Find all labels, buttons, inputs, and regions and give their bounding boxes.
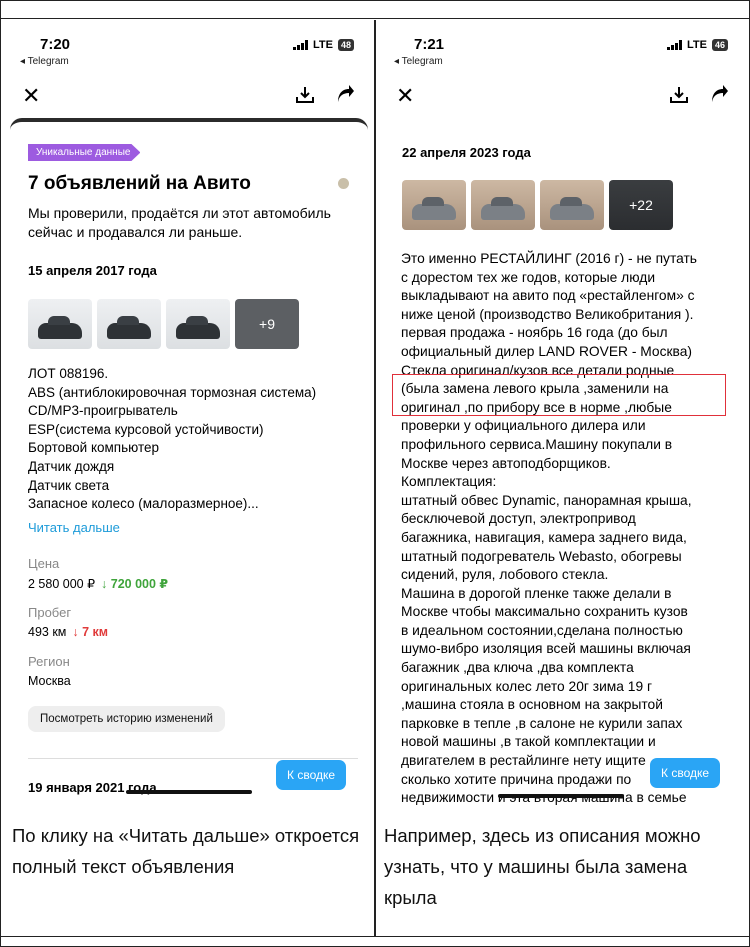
listing-line: Бортовой компьютер	[28, 440, 160, 456]
status-indicators: LTE 48	[293, 39, 354, 51]
status-bar: 7:20 ◂ Telegram LTE 48	[2, 36, 374, 76]
report-title: 7 объявлений на Авито	[28, 173, 251, 194]
download-icon[interactable]	[668, 84, 690, 111]
status-indicators: LTE 46	[667, 39, 728, 51]
status-bar: 7:21 ◂ Telegram LTE 46	[376, 36, 748, 76]
text-line: бесключевой доступ, электропривод	[401, 511, 636, 527]
text-line: Машина в дорогой пленке также делали в	[401, 585, 672, 601]
car-photo[interactable]	[402, 180, 466, 230]
price-row: 2 580 000 ₽ ↓ 720 000 ₽	[28, 576, 168, 591]
text-line: шумо-вибро изоляция всей машины включая	[401, 641, 691, 657]
battery-icon: 48	[337, 39, 354, 51]
viewer-toolbar: ✕	[2, 84, 374, 114]
text-line: профильного сервиса.Машину покупали в	[401, 436, 673, 452]
status-dot	[338, 178, 349, 189]
network-label: LTE	[687, 39, 707, 51]
viewer-toolbar: ✕	[376, 84, 748, 114]
mileage-row: 493 км ↓ 7 км	[28, 625, 108, 639]
home-indicator	[126, 790, 252, 794]
listing-line: Датчик света	[28, 477, 110, 493]
home-indicator	[498, 794, 624, 798]
section-divider	[28, 758, 358, 759]
text-line: ,машина стояла в основном на закрытой	[401, 697, 663, 713]
text-line: багажника, навигация, камера заднего вид…	[401, 529, 687, 545]
text-line: Это именно РЕСТАЙЛИНГ (2016 г) - не пута…	[401, 251, 697, 266]
share-icon[interactable]	[708, 84, 730, 111]
view-history-button[interactable]: Посмотреть историю изменений	[28, 706, 225, 732]
mileage-value: 493 км	[28, 625, 67, 639]
price-delta: ↓ 720 000 ₽	[101, 577, 169, 591]
report-subtitle: Мы проверили, продаётся ли этот автомоби…	[28, 205, 331, 240]
read-more-link[interactable]: Читать дальше	[28, 520, 120, 535]
listing-full-text: Это именно РЕСТАЙЛИНГ (2016 г) - не пута…	[401, 250, 731, 808]
text-line: сидений, руля, лобового стекла.	[401, 567, 609, 583]
text-line: Комплектация:	[401, 474, 497, 490]
car-photo[interactable]	[166, 299, 230, 349]
signal-icon	[667, 40, 683, 50]
text-line: первая продажа - ноябрь 16 года (до был	[401, 325, 668, 341]
unique-data-badge: Уникальные данные	[28, 144, 141, 161]
car-photo[interactable]	[28, 299, 92, 349]
text-line: оригинальных колес лето 20г зима 19 г	[401, 678, 652, 694]
signal-icon	[293, 40, 309, 50]
text-line: новой машины ,в такой комплектации и	[401, 734, 656, 750]
text-line: выкладывают на авито под «рестайленгом» …	[401, 288, 695, 304]
text-line: официальный дилер LAND ROVER - Москва)	[401, 343, 692, 359]
caption: По клику на «Читать дальше» откроется по…	[12, 825, 360, 877]
sheet-edge	[10, 118, 368, 138]
more-photos-tile[interactable]: +22	[609, 180, 673, 230]
close-icon[interactable]: ✕	[22, 84, 40, 108]
text-line: штатный подогреватель Webasto, обогревы	[401, 548, 682, 564]
price-value: 2 580 000 ₽	[28, 577, 96, 591]
status-time: 7:20	[40, 36, 71, 53]
car-photo[interactable]	[540, 180, 604, 230]
region-value: Москва	[28, 674, 71, 688]
status-time: 7:21	[414, 36, 445, 53]
network-label: LTE	[313, 39, 333, 51]
download-icon[interactable]	[294, 84, 316, 111]
text-line: Москве чтобы максимально сохранить кузов	[401, 604, 688, 620]
text-line: в идеальном состоянии,сделана полностью	[401, 622, 683, 638]
back-to-telegram-link[interactable]: ◂ Telegram	[20, 56, 69, 67]
listing-line: Запасное колесо (малоразмерное)...	[28, 496, 259, 512]
share-icon[interactable]	[334, 84, 356, 111]
region-label: Регион	[28, 654, 70, 669]
car-photo[interactable]	[97, 299, 161, 349]
listing-description: ЛОТ 088196. ABS (антиблокировочная тормо…	[28, 365, 358, 514]
text-line: штатный обвес Dynamic, панорамная крыша,	[401, 492, 692, 508]
text-line: с дорестом тех же годов, которые люди	[401, 269, 656, 285]
text-line: парковке в тепле ,в салоне не курили зап…	[401, 715, 683, 731]
listing-line: ESP(система курсовой устойчивости)	[28, 421, 264, 437]
back-to-telegram-link[interactable]: ◂ Telegram	[394, 56, 443, 67]
to-summary-button[interactable]: К сводке	[650, 758, 721, 788]
listing-line: CD/MP3-проигрыватель	[28, 403, 178, 419]
mileage-label: Пробег	[28, 605, 72, 620]
price-label: Цена	[28, 556, 60, 571]
more-photos-tile[interactable]: +9	[235, 299, 299, 349]
photo-strip: +22	[402, 180, 673, 230]
listing-date: 22 апреля 2023 года	[402, 145, 531, 160]
highlight-box	[392, 374, 726, 416]
text-line: ниже ценой (производство Великобритания …	[401, 306, 694, 322]
text-line: Москве через автоподборщиков.	[401, 455, 611, 471]
listing-line: ЛОТ 088196.	[28, 366, 109, 381]
right-screenshot-panel: 7:21 ◂ Telegram LTE 46 ✕ 22 апреля 2023 …	[376, 20, 748, 936]
to-summary-button[interactable]: К сводке	[276, 760, 347, 790]
frame-top-line	[0, 18, 750, 19]
car-photo[interactable]	[471, 180, 535, 230]
listing-line: Датчик дождя	[28, 458, 115, 474]
mileage-delta: ↓ 7 км	[72, 625, 109, 639]
close-icon[interactable]: ✕	[396, 84, 414, 108]
text-line: багажник ,два ключа ,два комплекта	[401, 660, 634, 676]
battery-icon: 46	[711, 39, 728, 51]
listing-line: ABS (антиблокировочная тормозная система…	[28, 384, 317, 400]
caption: Например, здесь из описания можно узнать…	[384, 825, 701, 908]
text-line: проверки у официального дилера или	[401, 418, 646, 434]
photo-strip: +9	[28, 299, 299, 349]
text-line: недвижимости и эта вторая машина в семье	[401, 790, 687, 806]
left-screenshot-panel: 7:20 ◂ Telegram LTE 48 ✕ Уникальные данн…	[2, 20, 374, 936]
listing-date: 15 апреля 2017 года	[28, 263, 157, 278]
